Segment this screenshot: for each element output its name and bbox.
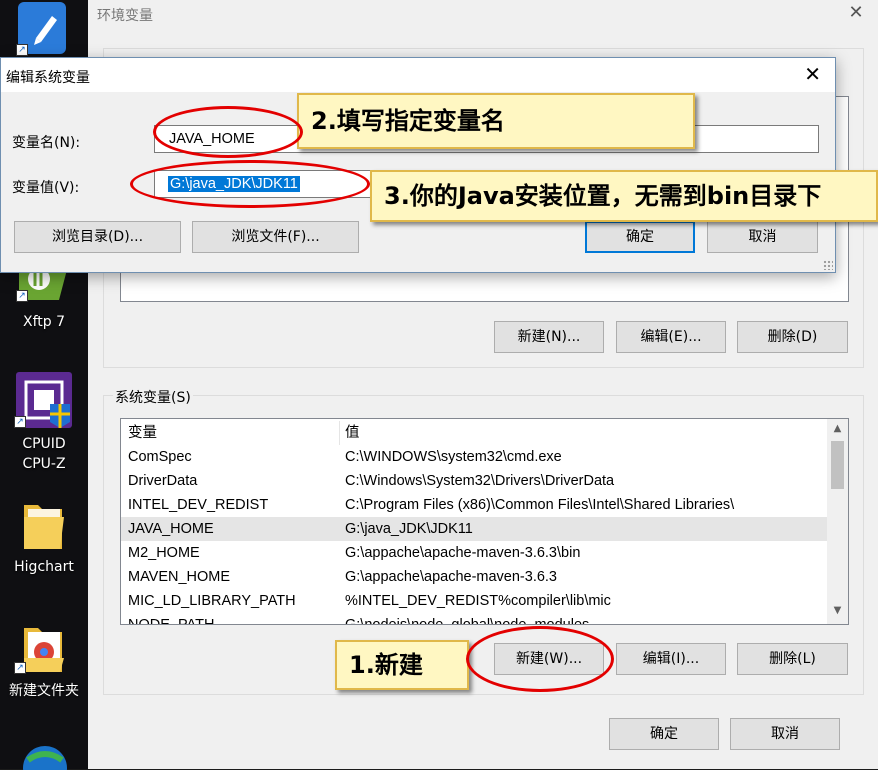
variable-name: M2_HOME (128, 545, 200, 561)
desktop-app-icon[interactable]: ↗ (0, 0, 88, 60)
resize-grip[interactable] (823, 260, 833, 270)
scroll-up-icon[interactable]: ▲ (827, 423, 848, 434)
variable-name: MIC_LD_LIBRARY_PATH (128, 593, 296, 609)
close-icon[interactable]: ✕ (846, 2, 866, 23)
variable-value: C:\WINDOWS\system32\cmd.exe (345, 449, 562, 465)
highlight-ring-new (466, 626, 614, 692)
desktop-icon-higchart[interactable]: Higchart (0, 497, 88, 582)
shortcut-arrow-icon: ↗ (16, 290, 28, 302)
system-delete-button[interactable]: 删除(L) (737, 643, 848, 675)
column-divider[interactable] (339, 421, 340, 445)
annotation-step1: 1.新建 (335, 640, 469, 690)
variable-name-label: 变量名(N): (12, 135, 81, 151)
user-new-button[interactable]: 新建(N)... (494, 321, 604, 353)
desktop-icon-label: Higchart (14, 559, 74, 575)
desktop-icon-label: CPUID CPU-Z (22, 436, 66, 472)
cancel-button[interactable]: 取消 (730, 718, 840, 750)
browse-directory-button[interactable]: 浏览目录(D)... (14, 221, 181, 253)
table-row[interactable]: ComSpec C:\WINDOWS\system32\cmd.exe (121, 445, 827, 469)
shortcut-arrow-icon: ↗ (16, 44, 28, 56)
desktop-icon-cpuz[interactable]: ↗ CPUID CPU-Z (0, 368, 88, 478)
list-header: 变量 值 (121, 421, 827, 445)
variable-name: ComSpec (128, 449, 192, 465)
variable-name: NODE_PATH (128, 617, 215, 625)
globe-icon (23, 746, 67, 770)
table-row[interactable]: MIC_LD_LIBRARY_PATH %INTEL_DEV_REDIST%co… (121, 589, 827, 613)
desktop-icon-label: Xftp 7 (22, 314, 65, 330)
shortcut-arrow-icon: ↗ (14, 662, 26, 674)
highlight-ring-name (153, 106, 303, 158)
system-variables-list[interactable]: 变量 值 ComSpec C:\WINDOWS\system32\cmd.exe… (120, 418, 849, 625)
user-delete-button[interactable]: 删除(D) (737, 321, 848, 353)
system-variables-legend: 系统变量(S) (113, 387, 193, 407)
variable-value: %INTEL_DEV_REDIST%compiler\lib\mic (345, 593, 611, 609)
dialog-titlebar[interactable]: 编辑系统变量 ✕ (1, 58, 835, 92)
annotation-step2: 2.填写指定变量名 (297, 93, 695, 149)
column-header-name[interactable]: 变量 (128, 421, 157, 445)
table-row[interactable]: NODE_PATH G:\nodejs\node_global\node_mod… (121, 613, 827, 625)
variable-value: C:\Program Files (x86)\Common Files\Inte… (345, 497, 735, 513)
highlight-ring-value (130, 160, 370, 208)
variable-name: JAVA_HOME (128, 521, 214, 537)
dialog-cancel-button[interactable]: 取消 (707, 221, 818, 253)
folder-icon (24, 628, 64, 672)
vertical-scrollbar[interactable]: ▲ ▼ (827, 419, 848, 624)
annotation-step3: 3.你的Java安装位置，无需到bin目录下 (370, 170, 878, 222)
variable-value: G:\nodejs\node_global\node_modules (345, 617, 590, 625)
variable-value: G:\java_JDK\JDK11 (345, 521, 473, 537)
variable-value: G:\appache\apache-maven-3.6.3 (345, 569, 557, 585)
column-header-value[interactable]: 值 (345, 421, 360, 445)
user-edit-button[interactable]: 编辑(E)... (616, 321, 726, 353)
close-icon[interactable]: ✕ (804, 62, 821, 86)
table-row[interactable]: INTEL_DEV_REDIST C:\Program Files (x86)\… (121, 493, 827, 517)
variable-name: MAVEN_HOME (128, 569, 231, 585)
desktop-icon-xftp[interactable]: ↗ Xftp 7 (0, 262, 88, 337)
desktop-icon-label: 新建文件夹 (9, 683, 79, 699)
dialog-ok-button[interactable]: 确定 (585, 221, 695, 253)
shortcut-arrow-icon: ↗ (14, 416, 26, 428)
browse-file-button[interactable]: 浏览文件(F)... (192, 221, 359, 253)
scroll-down-icon[interactable]: ▼ (827, 605, 848, 616)
table-row-selected[interactable]: JAVA_HOME G:\java_JDK\JDK11 (121, 517, 827, 541)
variable-value-label: 变量值(V): (12, 180, 80, 196)
variable-name: INTEL_DEV_REDIST (128, 497, 269, 513)
desktop-icon-new-folder[interactable]: ↗ 新建文件夹 (0, 622, 88, 702)
dialog-title: 编辑系统变量 (6, 70, 90, 86)
folder-icon (24, 505, 64, 549)
system-edit-button[interactable]: 编辑(I)... (616, 643, 726, 675)
table-row[interactable]: MAVEN_HOME G:\appache\apache-maven-3.6.3 (121, 565, 827, 589)
ok-button[interactable]: 确定 (609, 718, 719, 750)
variable-value: G:\appache\apache-maven-3.6.3\bin (345, 545, 581, 561)
variable-name: DriverData (128, 473, 198, 489)
window-title: 环境变量 (97, 8, 153, 24)
table-row[interactable]: M2_HOME G:\appache\apache-maven-3.6.3\bi… (121, 541, 827, 565)
scroll-thumb[interactable] (831, 441, 844, 489)
edit-system-variable-dialog: 编辑系统变量 ✕ 变量名(N): JAVA_HOME 变量值(V): G:\ja… (0, 57, 836, 273)
variable-value: C:\Windows\System32\Drivers\DriverData (345, 473, 615, 489)
table-row[interactable]: DriverData C:\Windows\System32\Drivers\D… (121, 469, 827, 493)
